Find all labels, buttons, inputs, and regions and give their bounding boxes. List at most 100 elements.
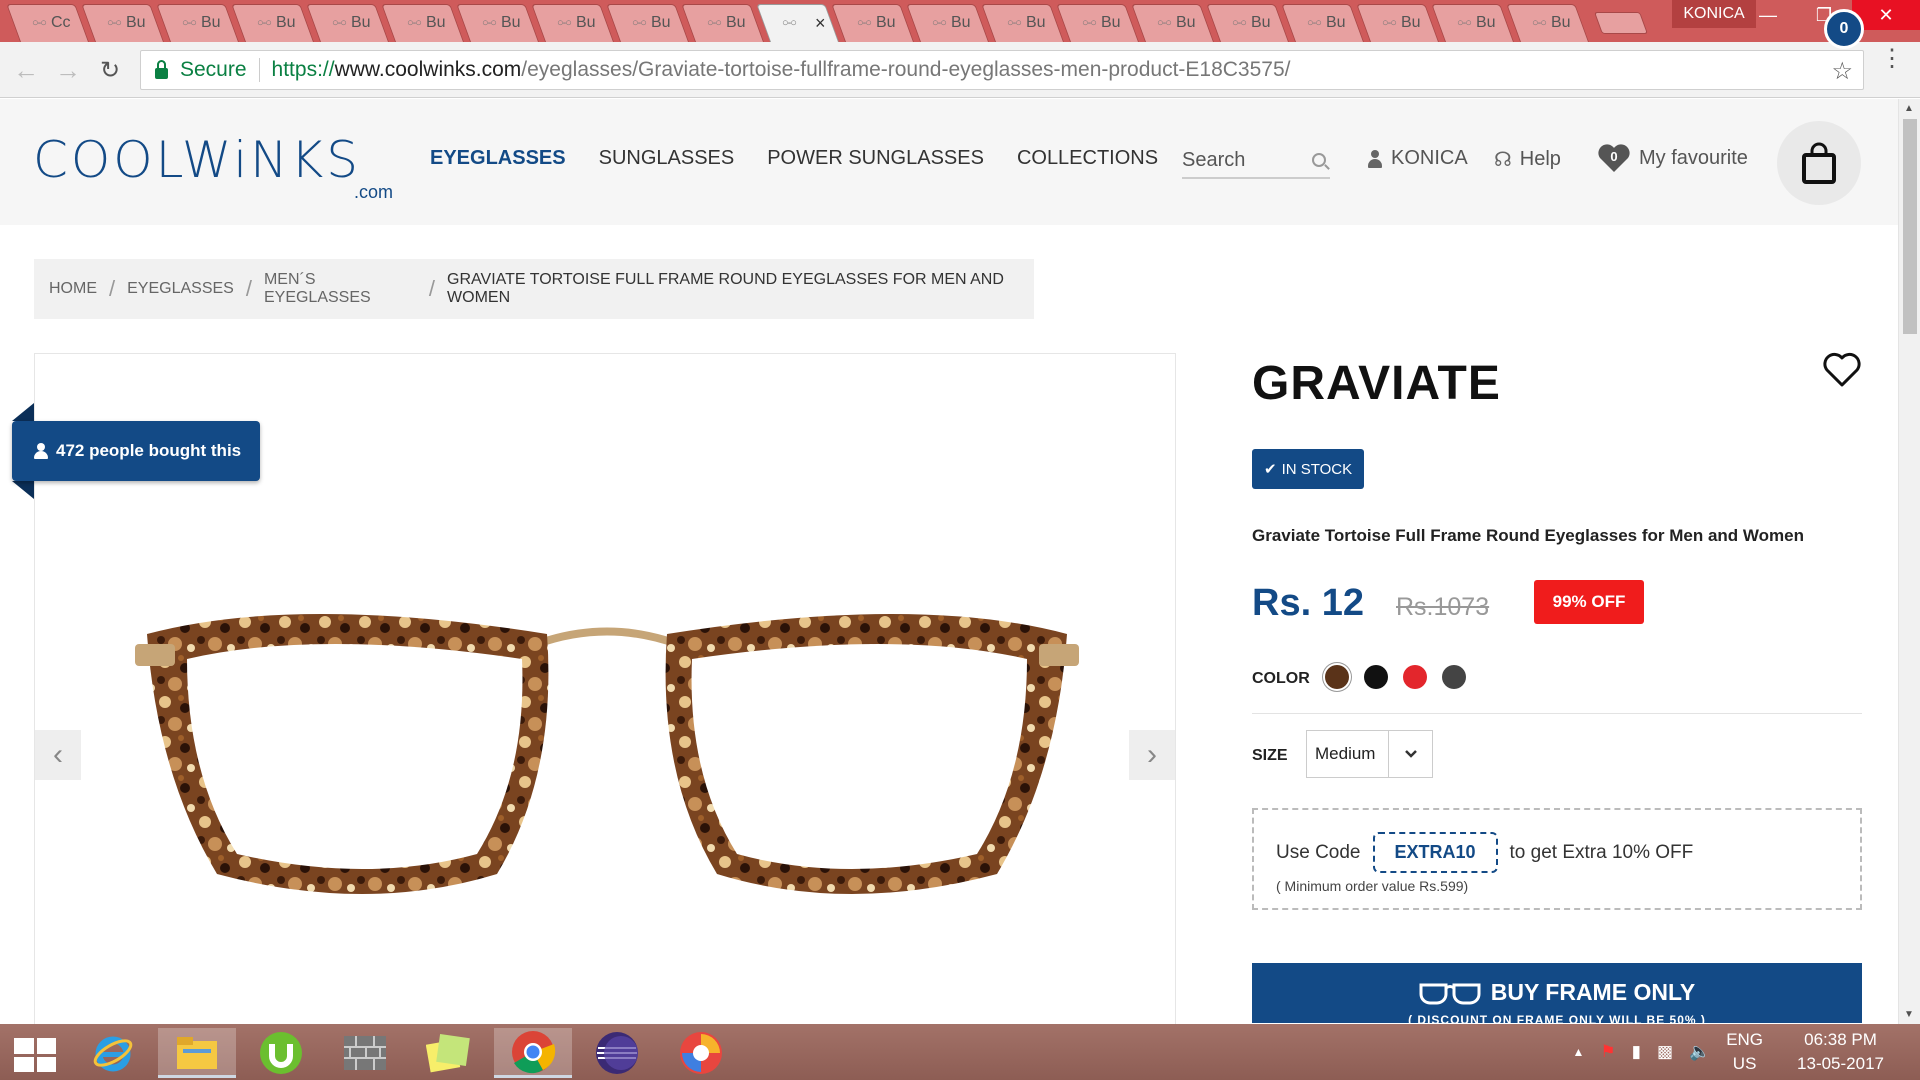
tab-label: Bu [275,14,296,31]
tab-label: Bu [1475,14,1496,31]
battery-icon[interactable]: ▮ [1632,1042,1641,1062]
volume-icon[interactable]: 🔈 [1689,1042,1710,1062]
utorrent-icon[interactable] [242,1028,320,1078]
browser-tab[interactable]: ○‐○ Bu [914,4,989,42]
favicon-glasses-icon: ○‐○ [182,17,197,29]
firewall-icon[interactable] [326,1028,404,1078]
network-icon[interactable]: ▩ [1657,1042,1673,1062]
coupon-code[interactable]: EXTRA10 [1372,832,1498,873]
close-tab-icon[interactable]: × [815,13,826,34]
chevron-down-icon [1388,731,1432,777]
wishlist-heart-icon[interactable] [1822,352,1862,388]
browser-tab[interactable]: ○‐○ Bu [164,4,239,42]
tab-label: Bu [500,14,521,31]
color-swatch-red[interactable] [1403,665,1427,689]
browser-tab[interactable]: ○‐○ Bu [1364,4,1439,42]
color-swatch-black[interactable] [1364,665,1388,689]
minimize-button[interactable]: — [1740,0,1796,30]
breadcrumb-home[interactable]: HOME [49,280,97,298]
color-swatch-grey[interactable] [1442,665,1466,689]
lock-icon [155,59,168,79]
scroll-thumb[interactable] [1903,119,1917,334]
nav-collections[interactable]: COLLECTIONS [1017,147,1158,170]
bookmark-star-icon[interactable]: ☆ [1831,57,1853,86]
browser-tab[interactable]: ○‐○ Bu [689,4,764,42]
nav-power-sunglasses[interactable]: POWER SUNGLASSES [767,147,984,170]
browser-tab[interactable]: ○‐○ Bu [1214,4,1289,42]
browser-tab[interactable]: ○‐○ Bu [614,4,689,42]
chrome-icon[interactable] [494,1028,572,1078]
internet-explorer-icon[interactable] [74,1028,152,1078]
help-link[interactable]: ☊ Help [1494,147,1561,172]
cart-button[interactable] [1777,121,1861,205]
buy-frame-only-button[interactable]: BUY FRAME ONLY ( DISCOUNT ON FRAME ONLY … [1252,963,1862,1023]
next-image-button[interactable]: › [1129,730,1175,780]
user-icon [1367,149,1383,168]
scroll-up-icon[interactable]: ▲ [1904,103,1914,114]
favicon-glasses-icon: ○‐○ [707,17,722,29]
browser-tab[interactable]: ○‐○ Bu [989,4,1064,42]
language-indicator[interactable]: ENG US [1726,1028,1763,1076]
back-button[interactable]: ← [8,52,44,88]
shopping-bag-icon [1802,142,1836,184]
browser-tab[interactable]: ○‐○ Bu [1064,4,1139,42]
favourite-link[interactable]: 0 My favourite [1597,143,1748,173]
favicon-glasses-icon: ○‐○ [857,17,872,29]
windows-start-icon[interactable] [14,1038,56,1072]
prev-image-button[interactable]: ‹ [35,730,81,780]
forward-button[interactable]: → [50,52,86,88]
browser-tab[interactable]: ○‐○ Bu [239,4,314,42]
browser-tab[interactable]: ○‐○ Bu [539,4,614,42]
favicon-glasses-icon: ○‐○ [1532,17,1547,29]
coupon-prefix: Use Code [1276,841,1361,863]
favicon-glasses-icon: ○‐○ [332,17,347,29]
tab-label: Bu [1025,14,1046,31]
account-link[interactable]: KONICA [1367,147,1468,170]
browser-tab[interactable]: ○‐○ Bu [839,4,914,42]
browser-tab[interactable]: ○‐○ Bu [1439,4,1514,42]
browser-tab-active[interactable]: ○‐○ × [764,4,839,42]
buy-sublabel: ( DISCOUNT ON FRAME ONLY WILL BE 50% ) [1408,1013,1706,1023]
favicon-glasses-icon: ○‐○ [257,17,272,29]
browser-tab[interactable]: ○‐○ Bu [314,4,389,42]
eclipse-icon[interactable] [578,1028,656,1078]
bought-count-ribbon: 472 people bought this [12,421,260,481]
reload-button[interactable]: ↻ [92,52,128,88]
browser-tab[interactable]: ○‐○ Bu [389,4,464,42]
site-header: COOLWiNKS .com EYEGLASSES SUNGLASSES POW… [0,99,1898,225]
browser-menu-icon[interactable]: ⋮ [1880,47,1904,71]
sticky-notes-icon[interactable] [410,1028,488,1078]
address-bar[interactable]: Secure https://www.coolwinks.com/eyeglas… [140,50,1864,90]
breadcrumb-eyeglasses[interactable]: EYEGLASSES [127,280,234,298]
nav-eyeglasses[interactable]: EYEGLASSES [430,147,566,170]
clock[interactable]: 06:38 PM 13-05-2017 [1797,1028,1884,1076]
favourite-label: My favourite [1639,146,1748,169]
tray-overflow-icon[interactable]: ▲ [1572,1045,1584,1059]
flag-icon[interactable]: ⚑ [1600,1042,1615,1062]
search-icon[interactable] [1312,153,1326,167]
stock-label: IN STOCK [1281,460,1353,478]
scroll-down-icon[interactable]: ▼ [1904,1009,1914,1020]
breadcrumb-mens-eyeglasses[interactable]: MEN´S EYEGLASSES [264,271,417,307]
nav-sunglasses[interactable]: SUNGLASSES [599,147,735,170]
coolwinks-logo[interactable]: COOLWiNKS .com [33,135,395,202]
browser-tab[interactable]: ○‐○ Bu [1139,4,1214,42]
favicon-glasses-icon: ○‐○ [1232,17,1247,29]
system-tray: ▲ ⚑ ▮ ▩ 🔈 ENG US 06:38 PM 13-05-2017 [1572,1024,1920,1080]
url-host: www.coolwinks.com [334,58,522,81]
page-scrollbar[interactable]: ▲ ▼ [1898,99,1920,1024]
app-swirl-icon[interactable] [662,1028,740,1078]
color-swatch-brown[interactable] [1325,665,1349,689]
browser-tab[interactable]: ○‐○ Bu [1289,4,1364,42]
lang-bottom: US [1732,1054,1757,1073]
browser-tab[interactable]: ○‐○ Bu [89,4,164,42]
breadcrumb-separator: / [109,276,116,301]
file-explorer-icon[interactable] [158,1028,236,1078]
size-select[interactable]: Medium [1306,730,1433,778]
new-tab-button[interactable] [1593,12,1649,34]
browser-tab[interactable]: ○‐○ Bu [464,4,539,42]
browser-tab[interactable]: ○‐○ Bu [1514,4,1589,42]
search-input[interactable]: Search [1182,143,1330,179]
headset-icon: ☊ [1494,149,1512,171]
browser-tab[interactable]: ○‐○ Cc [14,4,89,42]
